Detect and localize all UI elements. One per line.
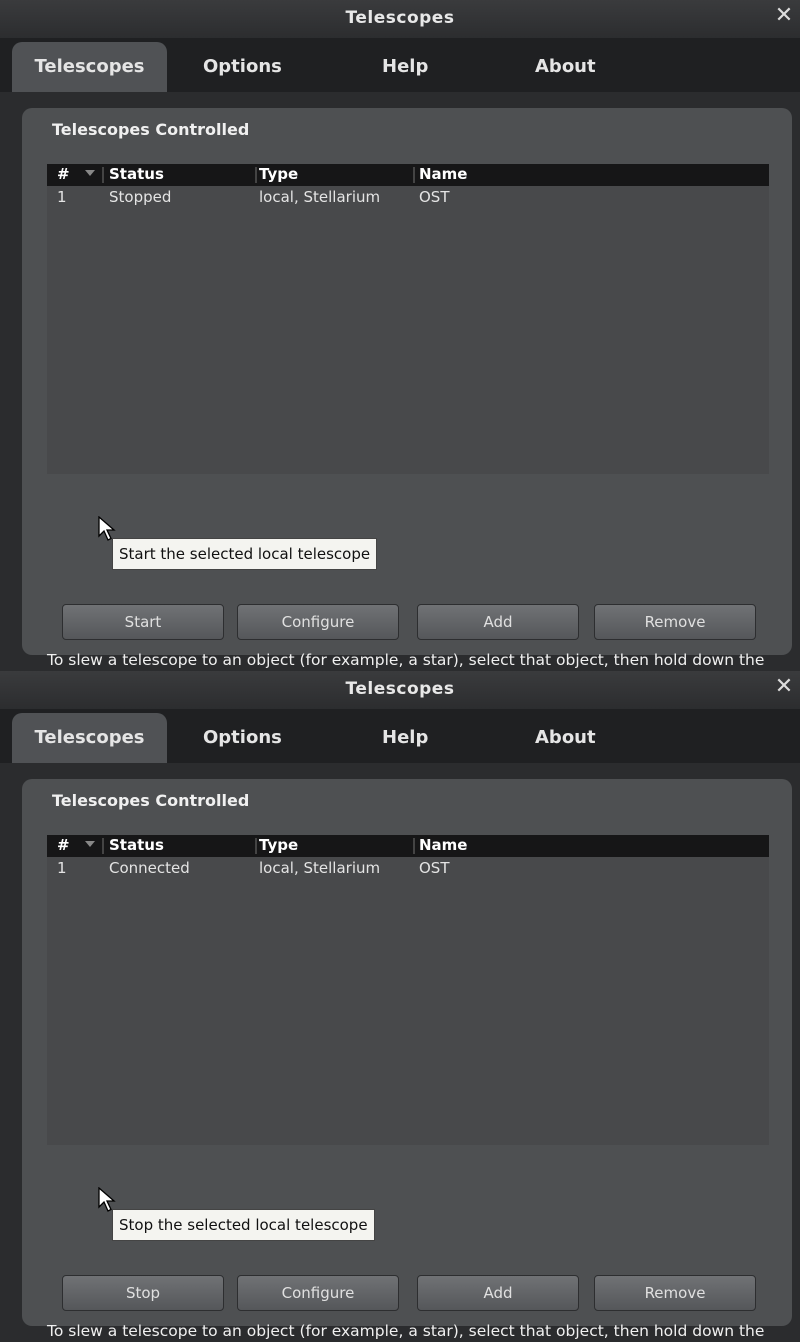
tab-about[interactable]: About (535, 42, 596, 92)
tooltip: Start the selected local telescope (112, 538, 378, 570)
tab-options[interactable]: Options (203, 713, 282, 763)
column-header-name[interactable]: Name (419, 165, 467, 183)
cell-type: local, Stellarium (259, 859, 381, 877)
tab-options[interactable]: Options (203, 42, 282, 92)
cell-status: Stopped (109, 188, 172, 206)
tab-telescopes[interactable]: Telescopes (12, 713, 167, 763)
add-button[interactable]: Add (417, 1275, 579, 1311)
configure-button[interactable]: Configure (237, 604, 399, 640)
cell-number: 1 (57, 859, 67, 877)
section-title: Telescopes Controlled (52, 791, 250, 810)
telescopes-window-1: Telescopes ✕ Telescopes Options Help Abo… (0, 0, 800, 671)
title-bar[interactable]: Telescopes ✕ (0, 0, 800, 38)
table-header: # Status Type Name (47, 835, 769, 857)
cell-number: 1 (57, 188, 67, 206)
cell-name: OST (419, 188, 450, 206)
column-divider (102, 167, 104, 183)
column-divider (413, 838, 415, 854)
cell-type: local, Stellarium (259, 188, 381, 206)
tab-about[interactable]: About (535, 713, 596, 763)
sort-arrow-icon (85, 841, 95, 847)
telescopes-table: # Status Type Name 1 Connected local, St… (47, 835, 769, 1145)
close-icon[interactable]: ✕ (772, 675, 796, 699)
column-header-number[interactable]: # (57, 165, 70, 183)
telescopes-table: # Status Type Name 1 Stopped local, Stel… (47, 164, 769, 474)
title-bar[interactable]: Telescopes ✕ (0, 671, 800, 709)
tab-bar: Telescopes Options Help About (0, 709, 800, 763)
tab-telescopes[interactable]: Telescopes (12, 42, 167, 92)
window-title: Telescopes (345, 679, 455, 699)
cell-status: Connected (109, 859, 190, 877)
close-icon[interactable]: ✕ (772, 4, 796, 28)
remove-button[interactable]: Remove (594, 1275, 756, 1311)
stop-button[interactable]: Stop (62, 1275, 224, 1311)
sort-arrow-icon (85, 170, 95, 176)
mouse-pointer-icon (98, 1187, 116, 1212)
column-divider (102, 838, 104, 854)
add-button[interactable]: Add (417, 604, 579, 640)
table-header: # Status Type Name (47, 164, 769, 186)
mouse-pointer-icon (98, 516, 116, 541)
column-header-type[interactable]: Type (259, 165, 298, 183)
column-header-name[interactable]: Name (419, 836, 467, 854)
tab-help[interactable]: Help (382, 42, 428, 92)
column-header-status[interactable]: Status (109, 836, 164, 854)
telescopes-window-2: Telescopes ✕ Telescopes Options Help Abo… (0, 671, 800, 1342)
column-header-number[interactable]: # (57, 836, 70, 854)
section-title: Telescopes Controlled (52, 120, 250, 139)
column-divider (255, 167, 257, 183)
configure-button[interactable]: Configure (237, 1275, 399, 1311)
telescopes-panel: Telescopes Controlled # Status Type Name… (22, 779, 792, 1340)
window-title: Telescopes (345, 8, 455, 28)
tab-help[interactable]: Help (382, 713, 428, 763)
help-text: To slew a telescope to an object (for ex… (47, 1322, 765, 1340)
column-header-type[interactable]: Type (259, 836, 298, 854)
column-divider (413, 167, 415, 183)
column-header-status[interactable]: Status (109, 165, 164, 183)
cell-name: OST (419, 859, 450, 877)
column-divider (255, 838, 257, 854)
telescopes-panel: Telescopes Controlled # Status Type Name… (22, 108, 792, 669)
remove-button[interactable]: Remove (594, 604, 756, 640)
tab-bar: Telescopes Options Help About (0, 38, 800, 92)
table-row[interactable]: 1 Stopped local, Stellarium OST (47, 186, 769, 208)
help-text: To slew a telescope to an object (for ex… (47, 651, 765, 669)
start-button[interactable]: Start (62, 604, 224, 640)
tooltip: Stop the selected local telescope (112, 1209, 375, 1241)
table-row[interactable]: 1 Connected local, Stellarium OST (47, 857, 769, 879)
